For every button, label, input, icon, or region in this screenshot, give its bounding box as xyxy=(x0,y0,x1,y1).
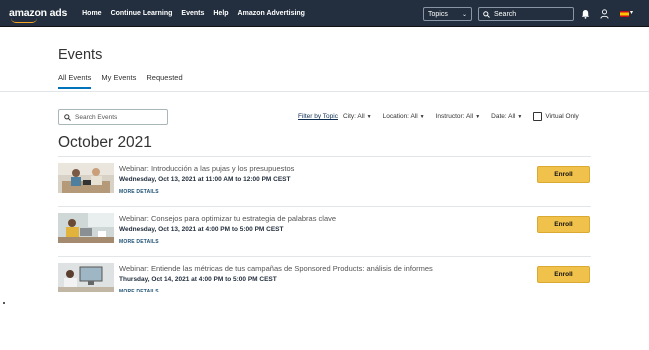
divider xyxy=(58,256,591,257)
event-title[interactable]: Webinar: Entiende las métricas de tus ca… xyxy=(119,264,433,273)
main-nav: Home Continue Learning Events Help Amazo… xyxy=(82,10,314,17)
header-search-placeholder: Search xyxy=(494,10,517,18)
more-details-link[interactable]: MORE DETAILS xyxy=(119,189,159,195)
date-filter[interactable]: Date: All ▼ xyxy=(491,113,522,120)
caret-down-icon: ▼ xyxy=(517,114,523,120)
amazon-ads-logo[interactable]: amazon ads xyxy=(9,7,67,23)
chevron-down-icon: ⌄ xyxy=(461,11,467,18)
search-icon xyxy=(483,10,490,18)
virtual-only-checkbox[interactable]: Virtual Only xyxy=(533,112,579,121)
stray-dot xyxy=(3,302,5,304)
chevron-down-icon[interactable]: ▾ xyxy=(630,9,633,16)
caret-down-icon: ▼ xyxy=(366,114,372,120)
nav-amazon-advertising[interactable]: Amazon Advertising xyxy=(238,10,305,17)
instructor-filter-label: Instructor: All xyxy=(435,113,474,120)
event-item: Webinar: Consejos para optimizar tu estr… xyxy=(58,213,598,253)
event-title[interactable]: Webinar: Consejos para optimizar tu estr… xyxy=(119,214,336,223)
event-date: Thursday, Oct 14, 2021 at 4:00 PM to 5:0… xyxy=(119,276,277,283)
city-filter[interactable]: City: All ▼ xyxy=(343,113,372,120)
search-icon xyxy=(64,113,71,121)
search-events-placeholder: Search Events xyxy=(75,113,118,121)
divider xyxy=(58,156,591,157)
events-tabs: All Events My Events Requested xyxy=(58,73,193,89)
tab-all-events[interactable]: All Events xyxy=(58,73,92,89)
smile-logo-icon xyxy=(11,18,37,23)
tab-my-events[interactable]: My Events xyxy=(101,73,136,89)
city-filter-label: City: All xyxy=(342,113,365,120)
location-filter-label: Location: All xyxy=(382,113,418,120)
checkbox-icon xyxy=(533,112,543,121)
tab-requested[interactable]: Requested xyxy=(146,73,182,89)
topics-label: Topics xyxy=(428,10,448,18)
divider xyxy=(0,91,649,92)
bell-icon[interactable] xyxy=(581,9,590,19)
caret-down-icon: ▼ xyxy=(475,114,481,120)
virtual-only-label: Virtual Only xyxy=(545,113,579,120)
event-thumbnail xyxy=(58,213,114,243)
user-icon[interactable] xyxy=(600,9,609,19)
page-title: Events xyxy=(58,47,103,63)
enroll-button[interactable]: Enroll xyxy=(537,216,590,233)
nav-events[interactable]: Events xyxy=(181,10,204,17)
month-heading: October 2021 xyxy=(58,134,152,151)
divider xyxy=(58,206,591,207)
filters-bar: Filter by Topic City: All ▼ Location: All… xyxy=(298,112,579,121)
event-thumbnail xyxy=(58,163,114,193)
blank-area xyxy=(0,292,649,350)
caret-down-icon: ▼ xyxy=(419,114,425,120)
event-date: Wednesday, Oct 13, 2021 at 4:00 PM to 5:… xyxy=(119,226,284,233)
nav-help[interactable]: Help xyxy=(213,10,228,17)
location-filter[interactable]: Location: All ▼ xyxy=(383,113,425,120)
date-filter-label: Date: All xyxy=(491,113,516,120)
nav-home[interactable]: Home xyxy=(82,10,101,17)
event-item: Webinar: Introducción a las pujas y los … xyxy=(58,163,598,203)
event-thumbnail xyxy=(58,263,114,293)
more-details-link[interactable]: MORE DETAILS xyxy=(119,239,159,245)
enroll-button[interactable]: Enroll xyxy=(537,166,590,183)
event-title[interactable]: Webinar: Introducción a las pujas y los … xyxy=(119,164,294,173)
header-search-input[interactable]: Search xyxy=(478,7,574,21)
instructor-filter[interactable]: Instructor: All ▼ xyxy=(436,113,481,120)
spain-flag-icon[interactable] xyxy=(620,11,629,17)
enroll-button[interactable]: Enroll xyxy=(537,266,590,283)
topics-dropdown[interactable]: Topics ⌄ xyxy=(423,7,472,21)
event-date: Wednesday, Oct 13, 2021 at 11:00 AM to 1… xyxy=(119,176,291,183)
nav-continue-learning[interactable]: Continue Learning xyxy=(111,10,173,17)
filter-by-topic-link[interactable]: Filter by Topic xyxy=(298,113,338,120)
search-events-input[interactable]: Search Events xyxy=(58,109,168,125)
